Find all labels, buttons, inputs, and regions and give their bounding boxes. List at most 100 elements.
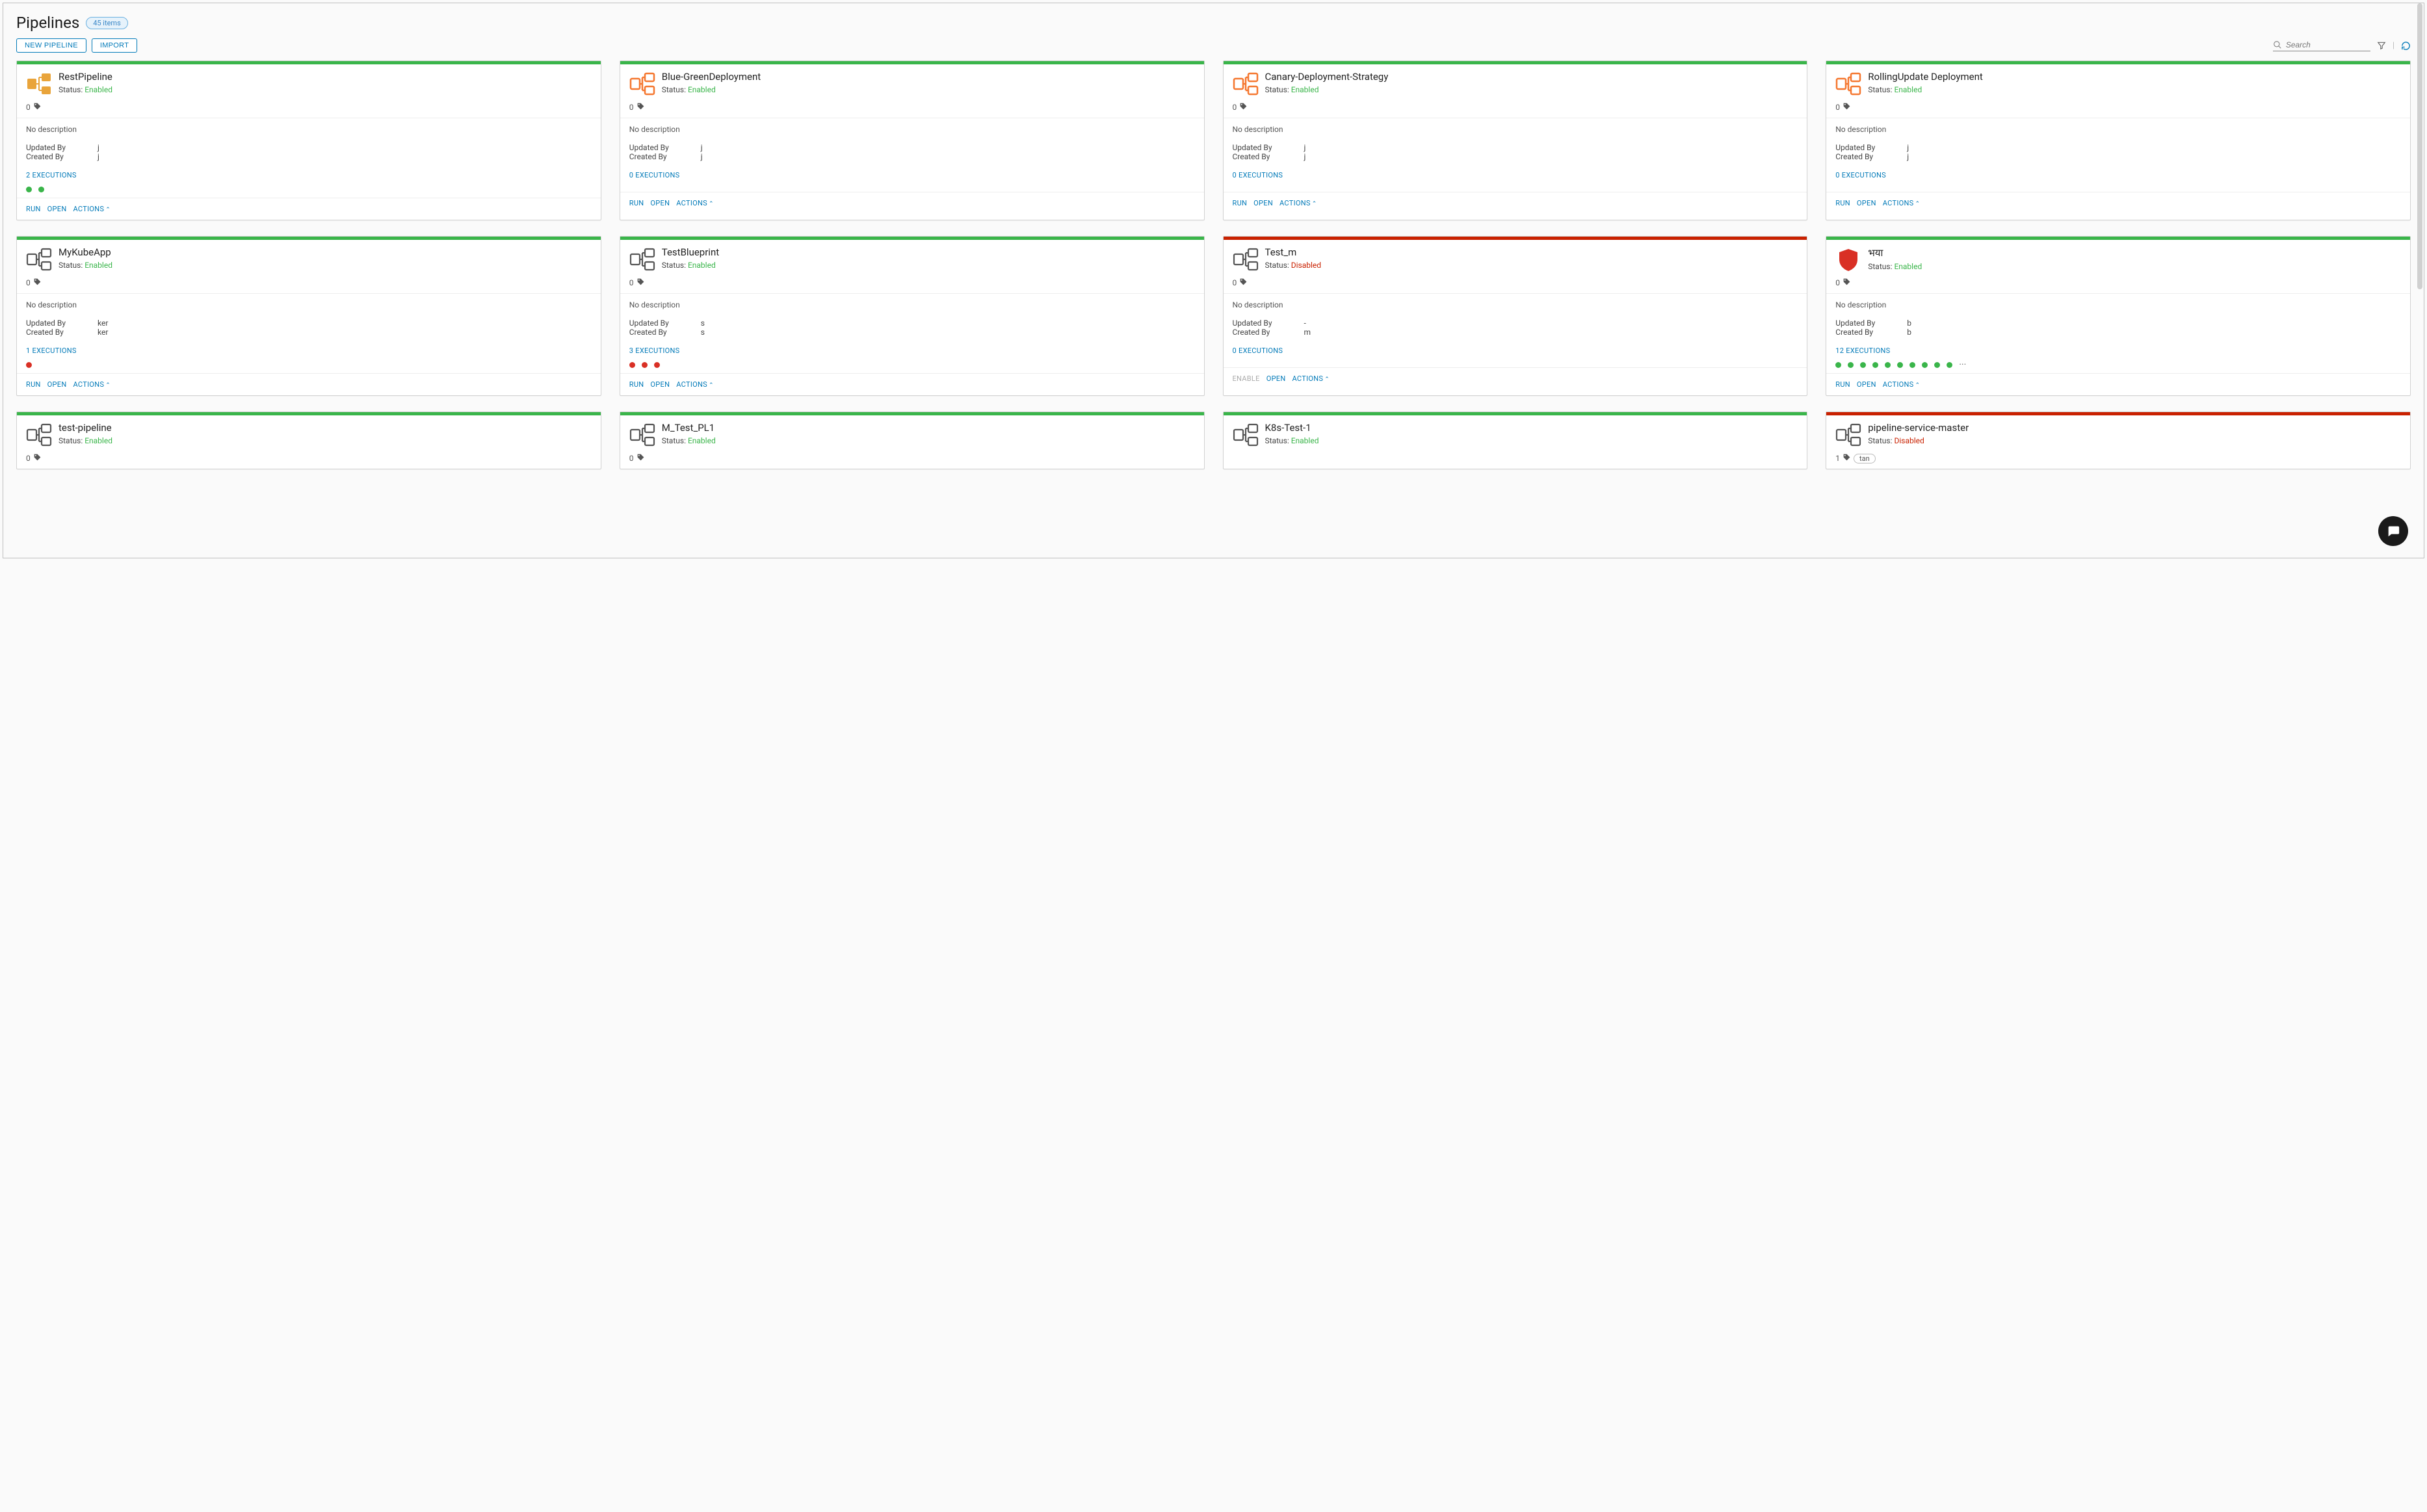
execution-dot[interactable]	[1909, 362, 1915, 368]
run-button[interactable]: RUN	[1835, 380, 1850, 389]
pipeline-card[interactable]: Canary-Deployment-Strategy Status: Enable…	[1223, 60, 1808, 220]
executions-link[interactable]: 1 EXECUTIONS	[26, 346, 77, 355]
actions-dropdown[interactable]: ACTIONS⌃	[1292, 374, 1330, 383]
pipeline-card[interactable]: M_Test_PL1Status: Enabled0No description…	[620, 411, 1205, 469]
executions-link[interactable]: 0 EXECUTIONS	[629, 171, 680, 179]
actions-dropdown[interactable]: ACTIONS⌃	[73, 205, 111, 213]
actions-dropdown[interactable]: ACTIONS⌃	[676, 380, 714, 389]
scrollbar[interactable]	[2417, 3, 2422, 289]
run-button[interactable]: RUN	[26, 205, 41, 213]
execution-dot[interactable]	[38, 187, 44, 192]
enable-button[interactable]: ENABLE	[1233, 374, 1260, 383]
pipeline-name[interactable]: RestPipeline	[59, 71, 112, 83]
updated-by-label: Updated By	[1835, 143, 1907, 152]
execution-dot[interactable]	[642, 362, 648, 368]
pipeline-card[interactable]: भयाStatus: Enabled0No descriptionUpdated…	[1826, 236, 2411, 396]
tag-row: 0	[620, 278, 1204, 293]
tag-pill[interactable]: tan	[1854, 454, 1876, 463]
executions-link[interactable]: 0 EXECUTIONS	[1233, 171, 1283, 179]
executions-link[interactable]: 0 EXECUTIONS	[1233, 346, 1283, 355]
tag-icon	[636, 453, 645, 463]
more-dots-icon[interactable]: ···	[1959, 362, 1966, 368]
tag-icon	[1843, 102, 1851, 112]
pipeline-card[interactable]: RollingUpdate DeploymentStatus: Enabled0…	[1826, 60, 2411, 220]
executions-link[interactable]: 0 EXECUTIONS	[1835, 171, 1886, 179]
pipeline-name[interactable]: भया	[1868, 246, 1922, 259]
pipeline-name[interactable]: MyKubeApp	[59, 246, 112, 258]
toolbar-divider: |	[2393, 41, 2394, 51]
open-button[interactable]: OPEN	[47, 380, 67, 389]
open-button[interactable]: OPEN	[47, 205, 67, 213]
execution-dot[interactable]	[629, 362, 635, 368]
pipeline-card[interactable]: MyKubeAppStatus: Enabled0No descriptionU…	[16, 236, 601, 396]
executions-link[interactable]: 3 EXECUTIONS	[629, 346, 680, 355]
open-button[interactable]: OPEN	[1857, 199, 1876, 207]
actions-dropdown[interactable]: ACTIONS⌃	[1883, 199, 1921, 207]
execution-dot[interactable]	[1922, 362, 1928, 368]
pipeline-card[interactable]: TestBlueprintStatus: Enabled0No descript…	[620, 236, 1205, 396]
actions-dropdown[interactable]: ACTIONS⌃	[73, 380, 111, 389]
actions-dropdown[interactable]: ACTIONS⌃	[1279, 199, 1317, 207]
pipeline-name[interactable]: test-pipeline	[59, 422, 112, 434]
pipeline-card[interactable]: Blue-GreenDeploymentStatus: Enabled0No d…	[620, 60, 1205, 220]
updated-by-label: Updated By	[629, 143, 701, 152]
tag-count: 0	[1233, 103, 1237, 112]
created-by-label: Created By	[26, 152, 98, 161]
actions-dropdown[interactable]: ACTIONS⌃	[1883, 380, 1921, 389]
tag-icon	[1843, 278, 1851, 288]
run-button[interactable]: RUN	[1233, 199, 1248, 207]
run-button[interactable]: RUN	[629, 199, 644, 207]
search-field-wrap[interactable]	[2273, 40, 2370, 51]
pipeline-card[interactable]: K8s-Test-1Status: EnabledNo descriptionU…	[1223, 411, 1808, 469]
executions-link[interactable]: 2 EXECUTIONS	[26, 171, 77, 179]
filter-icon[interactable]	[2377, 41, 2386, 50]
pipeline-card[interactable]: RestPipelineStatus: Enabled0No descripti…	[16, 60, 601, 220]
execution-dot[interactable]	[1835, 362, 1841, 368]
card-footer: RUN OPEN ACTIONS⌃	[1826, 192, 2410, 214]
pipeline-status: Status: Enabled	[1265, 85, 1389, 94]
open-button[interactable]: OPEN	[1266, 374, 1286, 383]
pipeline-name[interactable]: K8s-Test-1	[1265, 422, 1319, 434]
pipeline-name[interactable]: M_Test_PL1	[662, 422, 716, 434]
new-pipeline-button[interactable]: NEW PIPELINE	[16, 38, 86, 53]
run-button[interactable]: RUN	[629, 380, 644, 389]
execution-dot[interactable]	[1885, 362, 1891, 368]
search-input[interactable]	[2286, 40, 2357, 49]
card-footer: RUN OPEN ACTIONS⌃	[620, 373, 1204, 395]
pipeline-icon	[1233, 246, 1259, 272]
run-button[interactable]: RUN	[1835, 199, 1850, 207]
pipeline-card[interactable]: Test_mStatus: Disabled0No descriptionUpd…	[1223, 236, 1808, 396]
tag-count: 0	[629, 278, 634, 287]
pipeline-name[interactable]: RollingUpdate Deployment	[1868, 71, 1983, 83]
pipeline-name[interactable]: pipeline-service-master	[1868, 422, 1969, 434]
created-by-value: j	[1304, 152, 1306, 161]
run-button[interactable]: RUN	[26, 380, 41, 389]
open-button[interactable]: OPEN	[650, 380, 670, 389]
pipeline-name[interactable]: Test_m	[1265, 246, 1322, 258]
execution-dot[interactable]	[26, 187, 32, 192]
chat-widget-button[interactable]	[2378, 516, 2408, 546]
import-button[interactable]: IMPORT	[92, 38, 137, 53]
execution-dot[interactable]	[1872, 362, 1878, 368]
execution-dot[interactable]	[1860, 362, 1866, 368]
execution-dot[interactable]	[26, 362, 32, 368]
open-button[interactable]: OPEN	[650, 199, 670, 207]
refresh-icon[interactable]	[2401, 41, 2411, 51]
actions-dropdown[interactable]: ACTIONS⌃	[676, 199, 714, 207]
execution-dot[interactable]	[1947, 362, 1952, 368]
tag-row: 0	[620, 102, 1204, 118]
pipeline-name[interactable]: TestBlueprint	[662, 246, 719, 258]
pipeline-name[interactable]: Canary-Deployment-Strategy	[1265, 71, 1389, 83]
executions-link[interactable]: 12 EXECUTIONS	[1835, 346, 1890, 355]
execution-dot[interactable]	[1848, 362, 1854, 368]
pipeline-name[interactable]: Blue-GreenDeployment	[662, 71, 761, 83]
updated-by-label: Updated By	[629, 319, 701, 328]
execution-dot[interactable]	[1934, 362, 1940, 368]
pipeline-icon	[1835, 71, 1861, 97]
open-button[interactable]: OPEN	[1253, 199, 1273, 207]
execution-dot[interactable]	[1897, 362, 1903, 368]
open-button[interactable]: OPEN	[1857, 380, 1876, 389]
execution-dot[interactable]	[654, 362, 660, 368]
pipeline-card[interactable]: pipeline-service-masterStatus: Disabled1…	[1826, 411, 2411, 469]
pipeline-card[interactable]: test-pipelineStatus: Enabled0No descript…	[16, 411, 601, 469]
